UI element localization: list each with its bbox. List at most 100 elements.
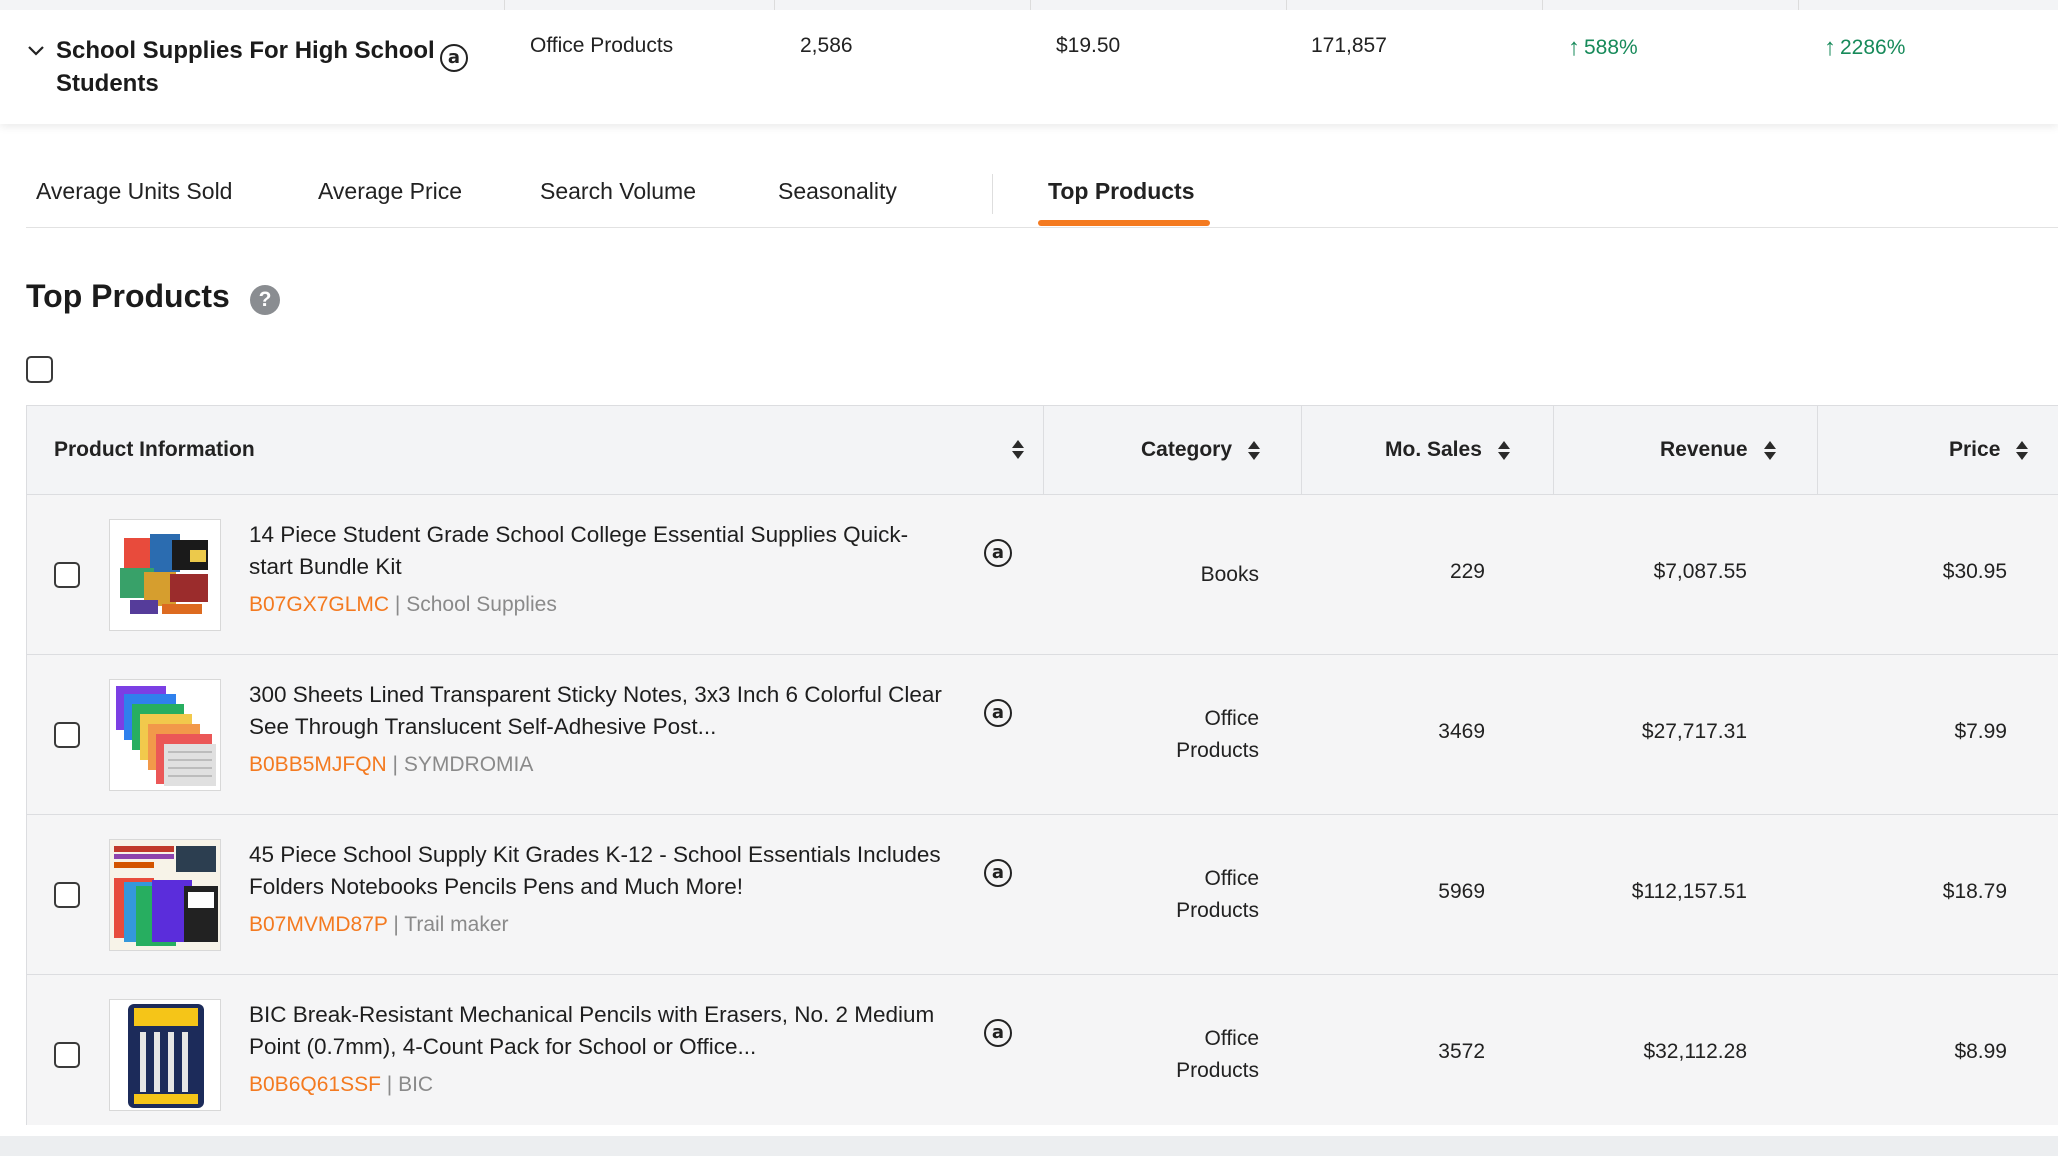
sort-icon[interactable] (2016, 440, 2029, 460)
meta-separator: | (386, 1073, 393, 1096)
header-label: Category (1141, 438, 1233, 461)
product-brand: SYMDROMIA (403, 753, 534, 776)
arrow-up-icon: ↑ (1568, 34, 1580, 61)
select-all-checkbox[interactable] (26, 356, 53, 383)
column-separator (1553, 406, 1554, 494)
chevron-down-icon[interactable] (26, 40, 46, 60)
arrow-up-icon: ↑ (1824, 34, 1836, 61)
product-meta: B07MVMD87P | Trail maker (249, 913, 509, 937)
row-checkbox[interactable] (54, 722, 80, 748)
product-category: Office Products (1047, 703, 1259, 767)
column-separator (1030, 0, 1031, 10)
amazon-icon[interactable]: a (984, 699, 1012, 727)
product-asin[interactable]: B07GX7GLMC (249, 593, 389, 616)
product-mo-sales: 3469 (1438, 720, 1485, 743)
category-line: Products (1176, 899, 1259, 922)
category-line: Office (1204, 707, 1259, 730)
product-revenue: $7,087.55 (1653, 560, 1747, 583)
keyword-price: $19.50 (1056, 34, 1121, 57)
sort-icon[interactable] (1497, 440, 1510, 460)
amazon-icon[interactable]: a (984, 859, 1012, 887)
table-row[interactable]: BIC Break-Resistant Mechanical Pencils w… (26, 975, 2058, 1125)
product-brand: School Supplies (406, 593, 557, 616)
product-category: Office Products (1047, 1023, 1259, 1087)
header-revenue[interactable]: Revenue (1660, 406, 1776, 494)
meta-separator: | (394, 593, 401, 616)
product-revenue: $32,112.28 (1643, 1040, 1747, 1063)
tab-average-units-sold[interactable]: Average Units Sold (36, 178, 232, 205)
keyword-units: 2,586 (800, 34, 853, 57)
column-separator (1798, 0, 1799, 10)
product-thumbnail[interactable] (109, 519, 221, 631)
product-title[interactable]: 14 Piece Student Grade School College Es… (249, 519, 949, 583)
amazon-icon[interactable]: a (440, 44, 468, 72)
header-category[interactable]: Category (1141, 406, 1261, 494)
product-asin[interactable]: B0B6Q61SSF (249, 1073, 381, 1096)
header-mo-sales[interactable]: Mo. Sales (1385, 406, 1510, 494)
product-title[interactable]: BIC Break-Resistant Mechanical Pencils w… (249, 999, 949, 1063)
product-price: $30.95 (1942, 560, 2007, 583)
product-revenue: $27,717.31 (1641, 720, 1747, 743)
product-brand: Trail maker (404, 913, 509, 936)
header-product-information[interactable]: Product Information (54, 406, 255, 494)
product-price: $8.99 (1954, 1040, 2007, 1063)
chart-tabs: Average Units Sold Average Price Search … (26, 170, 2058, 228)
row-checkbox[interactable] (54, 1042, 80, 1068)
row-checkbox[interactable] (54, 882, 80, 908)
product-asin[interactable]: B07MVMD87P (249, 913, 388, 936)
product-title[interactable]: 300 Sheets Lined Transparent Sticky Note… (249, 679, 949, 743)
meta-separator: | (392, 753, 399, 776)
header-label: Price (1949, 438, 2001, 461)
tab-seasonality[interactable]: Seasonality (778, 178, 897, 205)
product-thumbnail[interactable] (109, 999, 221, 1111)
product-meta: B0B6Q61SSF | BIC (249, 1073, 433, 1097)
tab-divider (992, 174, 993, 214)
product-mo-sales: 5969 (1438, 880, 1485, 903)
product-meta: B0BB5MJFQN | SYMDROMIA (249, 753, 533, 777)
column-separator (1817, 406, 1818, 494)
sort-icon[interactable] (1012, 440, 1024, 459)
category-line: Products (1176, 739, 1259, 762)
sort-icon[interactable] (1248, 440, 1261, 460)
column-separator (1301, 406, 1302, 494)
product-title[interactable]: 45 Piece School Supply Kit Grades K-12 -… (249, 839, 949, 903)
category-line: Books (1200, 563, 1259, 586)
table-row[interactable]: 45 Piece School Supply Kit Grades K-12 -… (26, 815, 2058, 975)
keyword-growth-1: ↑ 588% (1568, 34, 1638, 62)
tab-top-products[interactable]: Top Products (1048, 178, 1195, 205)
product-price: $7.99 (1954, 720, 2007, 743)
header-price[interactable]: Price (1949, 406, 2029, 494)
table-header: Product Information Category Mo. Sales R… (26, 405, 2058, 495)
category-line: Office (1204, 867, 1259, 890)
product-thumbnail[interactable] (109, 679, 221, 791)
category-line: Products (1176, 1059, 1259, 1082)
growth-value: 588% (1584, 36, 1638, 59)
category-line: Office (1204, 1027, 1259, 1050)
tab-average-price[interactable]: Average Price (318, 178, 462, 205)
horizontal-scrollbar[interactable] (0, 1136, 2058, 1156)
keyword-search-volume: 171,857 (1311, 34, 1387, 57)
table-row[interactable]: 300 Sheets Lined Transparent Sticky Note… (26, 655, 2058, 815)
column-separator (774, 0, 775, 10)
keyword-row[interactable]: School Supplies For High School Students… (0, 0, 2058, 124)
question-icon[interactable]: ? (250, 285, 280, 315)
amazon-icon[interactable]: a (984, 1019, 1012, 1047)
header-label: Revenue (1660, 438, 1748, 461)
table-row[interactable]: 14 Piece Student Grade School College Es… (26, 495, 2058, 655)
row-checkbox[interactable] (54, 562, 80, 588)
top-products-table: Product Information Category Mo. Sales R… (26, 405, 2058, 1125)
amazon-icon[interactable]: a (984, 539, 1012, 567)
keyword-growth-2: ↑ 2286% (1824, 34, 1905, 62)
product-price: $18.79 (1942, 880, 2007, 903)
keyword-name: School Supplies For High School Students (56, 37, 435, 97)
product-asin[interactable]: B0BB5MJFQN (249, 753, 387, 776)
column-separator (1043, 406, 1044, 494)
sort-icon[interactable] (1763, 440, 1776, 460)
column-separator (1286, 0, 1287, 10)
product-category: Office Products (1047, 863, 1259, 927)
keyword-category: Office Products (530, 34, 674, 57)
product-revenue: $112,157.51 (1631, 880, 1747, 903)
tab-search-volume[interactable]: Search Volume (540, 178, 696, 205)
product-mo-sales: 229 (1449, 560, 1485, 583)
product-thumbnail[interactable] (109, 839, 221, 951)
